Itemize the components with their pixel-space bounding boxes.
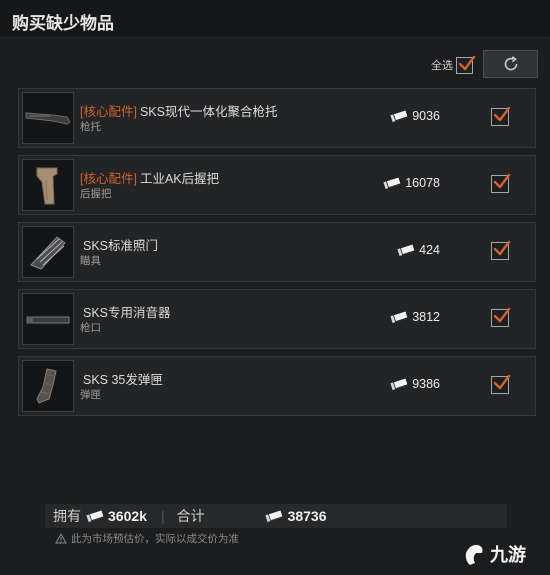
item-checkbox[interactable] <box>491 307 511 327</box>
item-price-value: 424 <box>419 243 440 257</box>
watermark: 九游 <box>462 541 526 567</box>
list-item[interactable]: [核心配件] SKS现代一体化聚合枪托 枪托 9036 <box>18 88 536 148</box>
item-thumbnail <box>22 159 74 211</box>
item-thumbnail <box>22 226 74 278</box>
item-name: [核心配件] 工业AK后握把 <box>80 168 219 187</box>
check-icon <box>493 106 511 122</box>
item-name: SKS专用消音器 <box>80 302 171 321</box>
item-tag: [核心配件] <box>80 105 137 119</box>
select-all-label: 全选 <box>431 60 453 72</box>
item-title: SKS标准照门 <box>83 239 159 253</box>
item-checkbox[interactable] <box>491 106 511 126</box>
item-price: 9036 <box>390 109 440 123</box>
item-tag: [核心配件] <box>80 172 137 186</box>
item-title: SKS 35发弹匣 <box>83 373 163 387</box>
item-title: SKS专用消音器 <box>83 306 171 320</box>
watermark-logo-icon <box>465 544 483 565</box>
suppressor-icon <box>26 316 70 324</box>
item-price: 424 <box>397 243 440 257</box>
item-category: 枪托 <box>80 121 101 133</box>
item-name: SKS标准照门 <box>80 235 158 254</box>
summary-bar: 拥有 3602k | 合计 38736 <box>45 504 507 528</box>
item-list: [核心配件] SKS现代一体化聚合枪托 枪托 9036 [核心配件] 工业AK后握把… <box>18 88 536 423</box>
header-bar: 购买缺少物品 <box>0 0 550 38</box>
item-category: 弹匣 <box>80 389 101 401</box>
list-item[interactable]: [核心配件] 工业AK后握把 后握把 16078 <box>18 155 536 215</box>
watermark-text: 九游 <box>490 545 526 565</box>
list-item[interactable]: SKS 35发弹匣 弹匣 9386 <box>18 356 536 416</box>
select-all[interactable]: 全选 <box>431 55 476 74</box>
price-disclaimer-text: 此为市场预估价，实际以成交价为准 <box>71 533 239 545</box>
separator: | <box>160 508 165 524</box>
item-price-value: 9386 <box>412 377 440 391</box>
total-value: 38736 <box>287 508 327 524</box>
item-price: 3812 <box>390 310 440 324</box>
total: 38736 <box>264 508 327 524</box>
check-icon <box>493 240 511 256</box>
grip-icon <box>36 167 58 205</box>
money-icon <box>383 177 402 189</box>
item-thumbnail <box>22 360 74 412</box>
money-icon <box>264 510 283 522</box>
check-icon <box>458 55 476 70</box>
list-item[interactable]: SKS标准照门 瞄具 424 <box>18 222 536 282</box>
item-price-value: 16078 <box>405 176 440 190</box>
check-icon <box>493 307 511 323</box>
owned-value: 3602k <box>108 508 147 524</box>
refresh-button[interactable] <box>483 50 538 78</box>
item-name: SKS 35发弹匣 <box>80 369 163 388</box>
money-icon <box>86 510 104 522</box>
item-thumbnail <box>22 92 74 144</box>
check-icon <box>493 173 511 189</box>
money-icon <box>390 311 409 323</box>
item-price: 16078 <box>383 176 440 190</box>
item-checkbox[interactable] <box>491 374 511 394</box>
money-icon <box>397 244 416 256</box>
item-title: SKS现代一体化聚合枪托 <box>139 105 278 119</box>
refresh-icon <box>504 56 517 71</box>
check-icon <box>493 374 511 390</box>
item-price-value: 3812 <box>412 310 440 324</box>
item-category: 瞄具 <box>80 255 101 267</box>
list-item[interactable]: SKS专用消音器 枪口 3812 <box>18 289 536 349</box>
item-price-value: 9036 <box>412 109 440 123</box>
item-thumbnail <box>22 293 74 345</box>
stock-icon <box>25 112 71 125</box>
money-icon <box>390 110 409 122</box>
item-checkbox[interactable] <box>491 173 511 193</box>
owned-label: 拥有 <box>53 508 81 524</box>
sight-icon <box>30 236 66 270</box>
price-disclaimer: 此为市场预估价，实际以成交价为准 <box>55 531 239 546</box>
item-category: 枪口 <box>80 322 101 334</box>
item-checkbox[interactable] <box>491 240 511 260</box>
select-all-checkbox[interactable] <box>456 55 476 74</box>
money-icon <box>390 378 409 390</box>
magazine-icon <box>36 368 57 404</box>
item-price: 9386 <box>390 377 440 391</box>
total-label: 合计 <box>176 508 205 524</box>
item-category: 后握把 <box>80 188 112 200</box>
page-title: 购买缺少物品 <box>12 14 114 33</box>
warning-icon <box>55 533 67 544</box>
item-title: 工业AK后握把 <box>139 172 220 186</box>
item-name: [核心配件] SKS现代一体化聚合枪托 <box>80 101 277 120</box>
